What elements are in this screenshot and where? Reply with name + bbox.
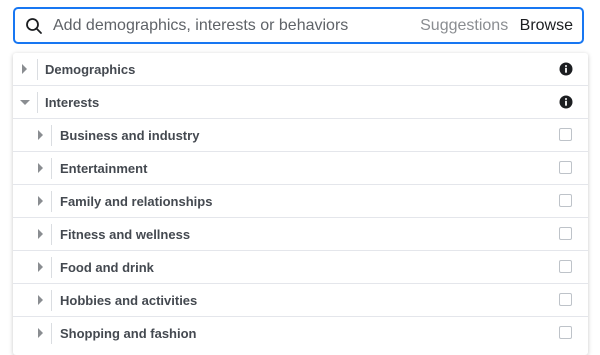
- interest-checkbox[interactable]: [559, 128, 572, 141]
- divider: [51, 257, 52, 278]
- divider: [51, 290, 52, 311]
- interest-row-fitness-and-wellness[interactable]: Fitness and wellness: [13, 218, 588, 251]
- interest-label: Business and industry: [60, 128, 200, 143]
- chevron-right-icon[interactable]: [38, 130, 43, 140]
- divider: [37, 92, 38, 113]
- search-links: Suggestions Browse: [420, 16, 573, 36]
- interest-label: Family and relationships: [60, 194, 213, 209]
- chevron-down-icon[interactable]: [20, 100, 30, 105]
- divider: [51, 158, 52, 179]
- browse-link[interactable]: Browse: [520, 17, 573, 34]
- interest-row-food-and-drink[interactable]: Food and drink: [13, 251, 588, 284]
- divider: [51, 125, 52, 146]
- interest-checkbox[interactable]: [559, 326, 572, 339]
- divider: [51, 224, 52, 245]
- chevron-right-icon[interactable]: [38, 328, 43, 338]
- category-label: Demographics: [45, 62, 136, 77]
- interest-checkbox[interactable]: [559, 194, 572, 207]
- interest-checkbox[interactable]: [559, 293, 572, 306]
- chevron-right-icon[interactable]: [38, 262, 43, 272]
- interest-label: Hobbies and activities: [60, 293, 198, 308]
- category-row-interests[interactable]: Interests: [13, 86, 588, 119]
- interest-checkbox[interactable]: [559, 227, 572, 240]
- interest-label: Shopping and fashion: [60, 326, 197, 341]
- chevron-right-icon[interactable]: [38, 196, 43, 206]
- browse-panel: Demographics Interests Business and indu…: [13, 53, 588, 355]
- search-icon: [26, 18, 42, 34]
- interest-label: Entertainment: [60, 161, 148, 176]
- suggestions-link[interactable]: Suggestions: [420, 17, 508, 34]
- interest-row-hobbies-and-activities[interactable]: Hobbies and activities: [13, 284, 588, 317]
- info-icon[interactable]: [559, 62, 573, 76]
- search-input[interactable]: [53, 14, 413, 38]
- interest-row-family-and-relationships[interactable]: Family and relationships: [13, 185, 588, 218]
- divider: [37, 59, 38, 80]
- interest-checkbox[interactable]: [559, 260, 572, 273]
- category-label: Interests: [45, 95, 100, 110]
- interest-row-shopping-and-fashion[interactable]: Shopping and fashion: [13, 317, 588, 350]
- chevron-right-icon[interactable]: [38, 295, 43, 305]
- search-bar[interactable]: Suggestions Browse: [13, 7, 584, 44]
- interest-label: Food and drink: [60, 260, 154, 275]
- chevron-right-icon[interactable]: [38, 229, 43, 239]
- info-icon[interactable]: [559, 95, 573, 109]
- interest-row-business-and-industry[interactable]: Business and industry: [13, 119, 588, 152]
- chevron-right-icon[interactable]: [22, 64, 27, 74]
- chevron-right-icon[interactable]: [38, 163, 43, 173]
- interest-checkbox[interactable]: [559, 161, 572, 174]
- interest-row-entertainment[interactable]: Entertainment: [13, 152, 588, 185]
- category-row-demographics[interactable]: Demographics: [13, 53, 588, 86]
- divider: [51, 323, 52, 344]
- interest-label: Fitness and wellness: [60, 227, 191, 242]
- divider: [51, 191, 52, 212]
